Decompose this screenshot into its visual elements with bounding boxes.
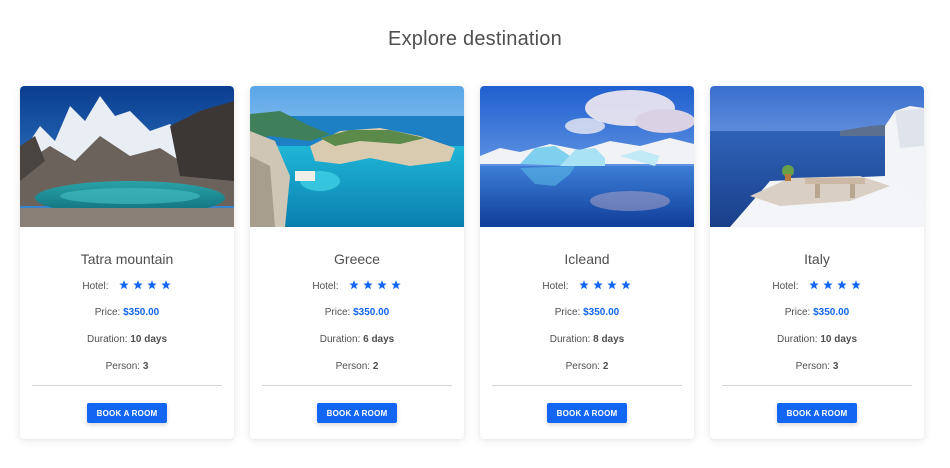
person-row: Person: 2 — [480, 361, 694, 373]
star-icon — [160, 280, 171, 290]
star-icon — [119, 280, 129, 290]
star-icon — [850, 280, 861, 290]
star-icon — [349, 280, 359, 290]
book-room-button[interactable]: BOOK A ROOM — [87, 403, 167, 423]
divider — [722, 385, 912, 386]
hotel-rating: Hotel: — [480, 280, 694, 292]
price-row: Price: $350.00 — [480, 307, 694, 319]
duration-row: Duration: 10 days — [20, 334, 234, 346]
person-label: Person: — [335, 361, 371, 372]
page-title: Explore destination — [388, 28, 562, 50]
hotel-rating: Hotel: — [250, 280, 464, 292]
duration-row: Duration: 8 days — [480, 334, 694, 346]
price-label: Price: — [554, 307, 581, 318]
price-value: $350.00 — [813, 307, 850, 318]
duration-label: Duration: — [86, 334, 128, 345]
star-icon — [363, 280, 373, 290]
hotel-rating: Hotel: — [20, 280, 234, 292]
card-title: Icleand — [564, 251, 610, 267]
price-label: Price: — [94, 307, 121, 318]
star-rating — [579, 280, 631, 294]
sea-terrace-photo — [710, 86, 924, 227]
star-icon — [390, 280, 401, 290]
person-label: Person: — [105, 361, 141, 372]
star-icon — [809, 280, 819, 290]
star-rating — [349, 280, 401, 294]
card-title: Tatra mountain — [80, 251, 174, 267]
price-value: $350.00 — [353, 307, 390, 318]
book-room-button[interactable]: BOOK A ROOM — [777, 403, 857, 423]
price-value: $350.00 — [123, 307, 160, 318]
star-icon — [579, 280, 589, 290]
star-icon — [837, 280, 847, 290]
duration-value: 8 days — [593, 334, 625, 345]
destination-cards: Tatra mountain Hotel: Price: $350.00 Dur… — [20, 86, 924, 439]
hotel-label: Hotel: — [542, 281, 569, 292]
person-value: 3 — [832, 361, 839, 372]
price-label: Price: — [784, 307, 811, 318]
destination-card: Italy Hotel: Price: $350.00 Duration: 10… — [710, 86, 924, 439]
price-row: Price: $350.00 — [710, 307, 924, 319]
price-row: Price: $350.00 — [20, 307, 234, 319]
person-value: 3 — [142, 361, 149, 372]
star-icon — [133, 280, 143, 290]
person-value: 2 — [602, 361, 609, 372]
destination-card: Tatra mountain Hotel: Price: $350.00 Dur… — [20, 86, 234, 439]
card-title: Italy — [804, 251, 830, 267]
divider — [262, 385, 452, 386]
star-icon — [147, 280, 157, 290]
card-title: Greece — [334, 251, 380, 267]
duration-value: 6 days — [363, 334, 395, 345]
person-label: Person: — [795, 361, 831, 372]
divider — [492, 385, 682, 386]
book-room-button[interactable]: BOOK A ROOM — [317, 403, 397, 423]
star-icon — [823, 280, 833, 290]
hotel-rating: Hotel: — [710, 280, 924, 292]
price-row: Price: $350.00 — [250, 307, 464, 319]
person-row: Person: 3 — [710, 361, 924, 373]
price-value: $350.00 — [583, 307, 620, 318]
duration-label: Duration: — [319, 334, 361, 345]
glacier-lagoon-photo — [480, 86, 694, 227]
star-icon — [620, 280, 631, 290]
hotel-label: Hotel: — [312, 281, 339, 292]
duration-label: Duration: — [549, 334, 591, 345]
price-label: Price: — [324, 307, 351, 318]
star-icon — [377, 280, 387, 290]
duration-value: 10 days — [820, 334, 858, 345]
book-room-button[interactable]: BOOK A ROOM — [547, 403, 627, 423]
person-row: Person: 3 — [20, 361, 234, 373]
star-icon — [607, 280, 617, 290]
hotel-label: Hotel: — [82, 281, 109, 292]
star-rating — [119, 280, 171, 294]
star-icon — [593, 280, 603, 290]
duration-label: Duration: — [776, 334, 818, 345]
hotel-label: Hotel: — [772, 281, 799, 292]
divider — [32, 385, 222, 386]
duration-value: 10 days — [130, 334, 168, 345]
person-value: 2 — [372, 361, 379, 372]
duration-row: Duration: 6 days — [250, 334, 464, 346]
person-row: Person: 2 — [250, 361, 464, 373]
turquoise-bay-photo — [250, 86, 464, 227]
star-rating — [809, 280, 861, 294]
destination-card: Greece Hotel: Price: $350.00 Duration: 6… — [250, 86, 464, 439]
person-label: Person: — [565, 361, 601, 372]
destination-card: Icleand Hotel: Price: $350.00 Duration: … — [480, 86, 694, 439]
duration-row: Duration: 10 days — [710, 334, 924, 346]
mountain-lake-photo — [20, 86, 234, 227]
